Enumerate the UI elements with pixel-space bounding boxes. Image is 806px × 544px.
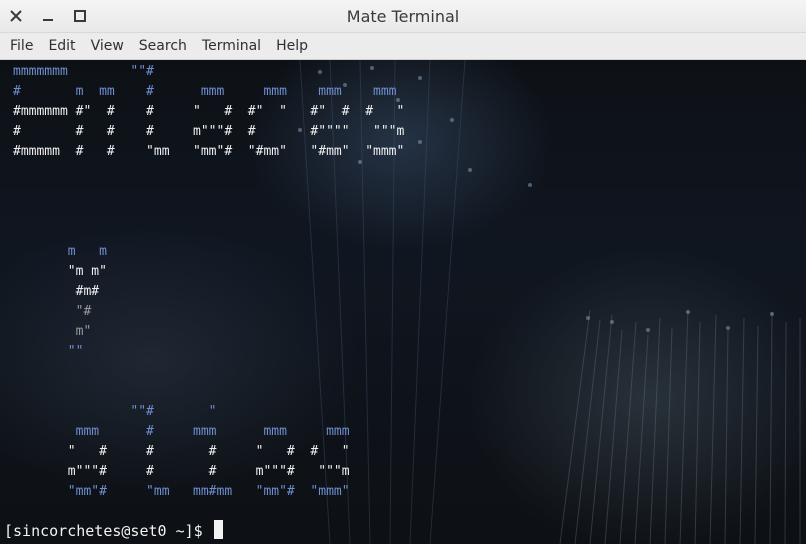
ascii-banner: mmmmmmm ""# # m mm # mmm mmm mmm mmm #mm… <box>13 62 404 502</box>
shell-prompt-line[interactable]: [sincorchetes@set0 ~]$ <box>4 520 223 542</box>
banner-line: "m m" <box>13 264 107 279</box>
banner-line: "mm"# "mm mm#mm "mm"# "mmm" <box>13 484 350 499</box>
banner-line: mmm # mmm mmm mmm <box>13 424 350 439</box>
text-cursor <box>213 520 223 539</box>
banner-line: m m <box>13 244 107 259</box>
menu-help[interactable]: Help <box>268 33 315 59</box>
title-bar[interactable]: Mate Terminal <box>0 0 806 33</box>
banner-line: # # # # m"""# # #"""" """m <box>13 124 405 139</box>
terminal-window: Mate Terminal File Edit View Search Term… <box>0 0 806 544</box>
shell-prompt: [sincorchetes@set0 ~]$ <box>4 522 212 540</box>
banner-line: # m mm # mmm mmm mmm mmm <box>13 84 397 99</box>
menu-view[interactable]: View <box>83 33 131 59</box>
banner-line: ""# " <box>13 404 217 419</box>
banner-line: #mmmmmm #" # # " # #" " #" # # " <box>13 104 405 119</box>
banner-line: "# <box>13 304 92 319</box>
banner-line: " # # # " # # " <box>13 444 350 459</box>
banner-line: "" <box>13 344 84 359</box>
banner-line: m"""# # # m"""# """m <box>13 464 350 479</box>
window-title: Mate Terminal <box>346 7 460 26</box>
menu-terminal[interactable]: Terminal <box>194 33 268 59</box>
menu-bar: File Edit View Search Terminal Help <box>0 33 806 60</box>
banner-line: mmmmmmm ""# <box>13 64 154 79</box>
menu-edit[interactable]: Edit <box>40 33 82 59</box>
terminal-output-area[interactable]: mmmmmmm ""# # m mm # mmm mmm mmm mmm #mm… <box>0 60 806 544</box>
banner-line: m" <box>13 324 92 339</box>
menu-file[interactable]: File <box>0 33 40 59</box>
banner-line: #mmmmm # # "mm "mm"# "#mm" "#mm" "mmm" <box>13 144 405 159</box>
menu-search[interactable]: Search <box>131 33 194 59</box>
banner-line: #m# <box>13 284 100 299</box>
